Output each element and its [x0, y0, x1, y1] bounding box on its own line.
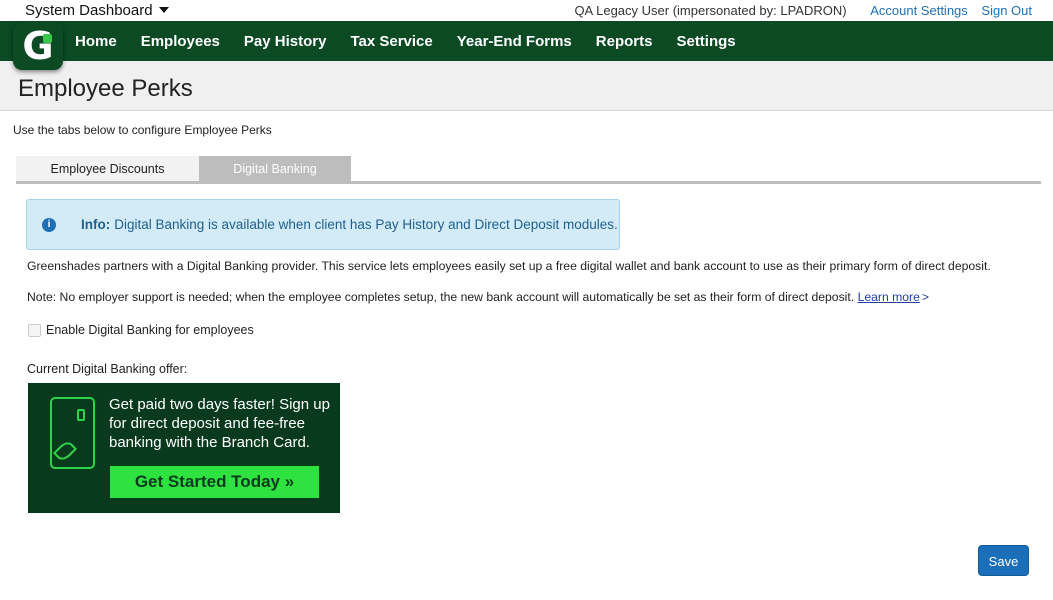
logo-letter: G — [22, 24, 54, 68]
save-button[interactable]: Save — [978, 545, 1029, 576]
promo-text: Get paid two days faster! Sign up for di… — [109, 396, 330, 451]
system-dashboard-label: System Dashboard — [25, 2, 153, 19]
get-started-button[interactable]: Get Started Today » — [110, 466, 319, 498]
greenshades-logo[interactable]: G — [13, 22, 63, 70]
caret-down-icon — [158, 7, 169, 13]
nav-reports[interactable]: Reports — [596, 33, 653, 50]
sign-out-link[interactable]: Sign Out — [981, 3, 1032, 18]
nav-pay-history[interactable]: Pay History — [244, 33, 327, 50]
page-instruction: Use the tabs below to configure Employee… — [13, 123, 272, 137]
info-label: Info: — [81, 217, 111, 232]
nav-year-end-forms[interactable]: Year-End Forms — [457, 33, 572, 50]
info-alert: i Info: Digital Banking is available when… — [26, 199, 620, 250]
info-message: Info: Digital Banking is available when c… — [81, 217, 618, 232]
info-icon: i — [42, 218, 56, 232]
page-header: Employee Perks — [0, 61, 1053, 111]
nav-settings[interactable]: Settings — [676, 33, 735, 50]
tab-employee-discounts[interactable]: Employee Discounts — [16, 156, 199, 182]
tab-divider — [16, 181, 1041, 184]
nav-home[interactable]: Home — [75, 33, 117, 50]
account-settings-link[interactable]: Account Settings — [870, 3, 968, 18]
main-nav: Home Employees Pay History Tax Service Y… — [0, 21, 1053, 61]
branch-card-promo: Get paid two days faster! Sign up for di… — [28, 383, 340, 513]
system-dashboard-dropdown[interactable]: System Dashboard — [25, 2, 169, 19]
perks-tabs: Employee Discounts Digital Banking — [16, 156, 351, 182]
info-text: Digital Banking is available when client… — [114, 217, 618, 232]
note-text: Note: No employer support is needed; whe… — [27, 290, 855, 304]
nav-items: Home Employees Pay History Tax Service Y… — [75, 21, 760, 61]
user-label: QA Legacy User (impersonated by: LPADRON… — [574, 3, 847, 18]
enable-digital-banking-checkbox[interactable] — [28, 323, 41, 337]
digital-banking-note: Note: No employer support is needed; whe… — [27, 290, 929, 304]
nav-tax-service[interactable]: Tax Service — [350, 33, 432, 50]
card-icon — [50, 397, 95, 469]
digital-banking-description: Greenshades partners with a Digital Bank… — [27, 259, 991, 273]
learn-more-arrow-icon: > — [921, 290, 930, 304]
current-offer-label: Current Digital Banking offer: — [27, 362, 188, 376]
leaf-icon — [52, 438, 78, 464]
enable-digital-banking-row: Enable Digital Banking for employees — [28, 323, 254, 337]
tab-digital-banking[interactable]: Digital Banking — [199, 156, 351, 182]
top-utility-bar: System Dashboard QA Legacy User (imperso… — [0, 0, 1053, 21]
logo-accent-icon — [43, 34, 52, 43]
nav-employees[interactable]: Employees — [141, 33, 220, 50]
card-chip-icon — [77, 409, 85, 421]
enable-digital-banking-label[interactable]: Enable Digital Banking for employees — [46, 323, 254, 337]
page-title: Employee Perks — [18, 75, 193, 102]
learn-more-link[interactable]: Learn more — [858, 290, 920, 304]
user-area: QA Legacy User (impersonated by: LPADRON… — [574, 3, 1032, 18]
